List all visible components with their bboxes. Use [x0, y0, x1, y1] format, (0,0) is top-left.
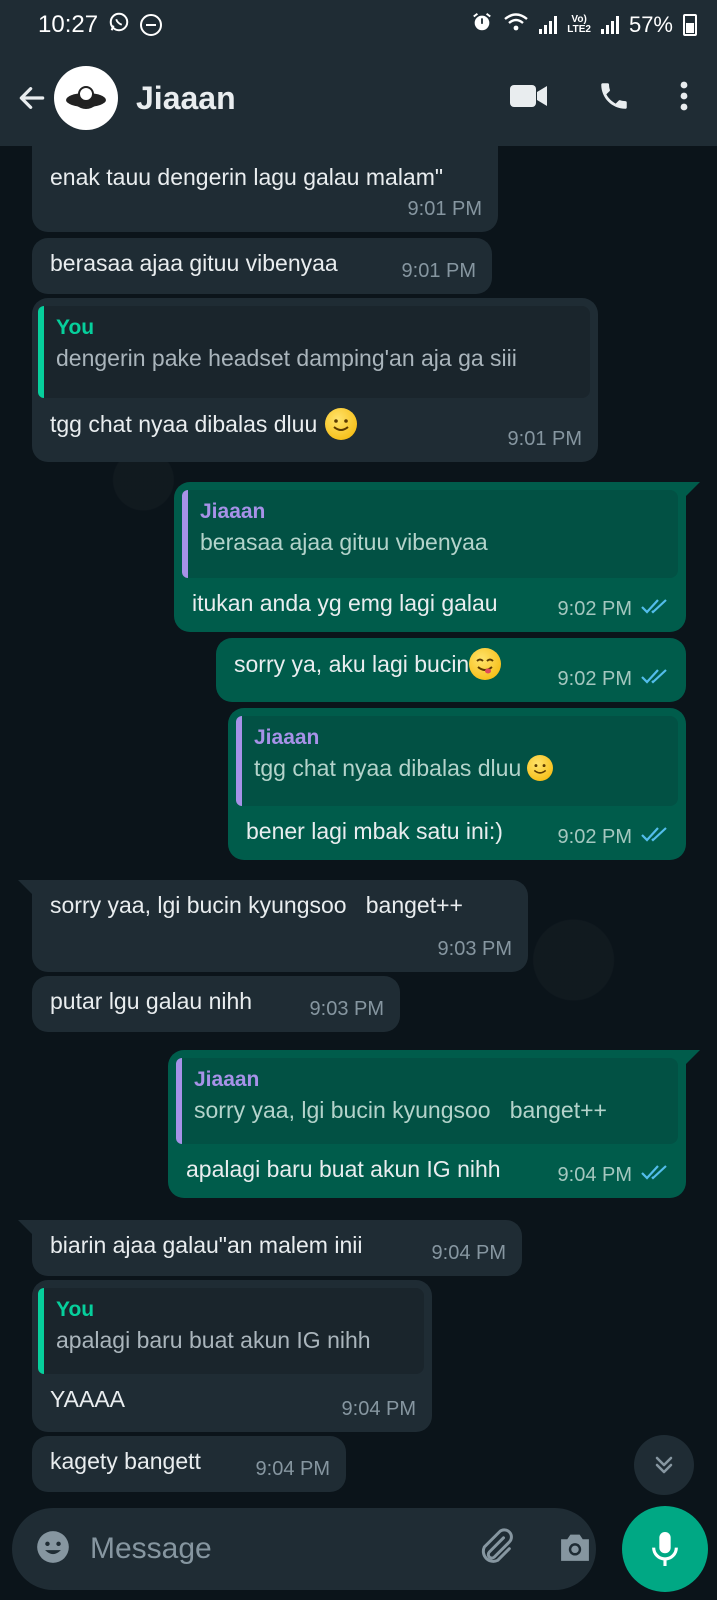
message-time: 9:01 PM	[507, 428, 582, 450]
message-time-status: 9:02 PM	[558, 594, 670, 624]
message-incoming[interactable]: berasaa ajaa gituu vibenyaa 9:01 PM	[32, 238, 492, 294]
message-text: sorry ya, aku lagi bucin	[234, 651, 470, 677]
wifi-icon	[503, 11, 529, 39]
battery-icon	[683, 14, 697, 36]
message-input[interactable]	[90, 1532, 476, 1566]
message-time: 9:02 PM	[557, 598, 632, 620]
message-text: sorry yaa, lgi bucin kyungsoo banget++	[50, 892, 463, 918]
battery-percent: 57%	[628, 12, 673, 37]
smiling-face-emoji	[325, 408, 358, 440]
message-time-status: 9:02 PM	[558, 822, 670, 852]
microphone-icon	[652, 1532, 678, 1566]
quote-author: You	[56, 1298, 95, 1321]
message-incoming[interactable]: sorry yaa, lgi bucin kyungsoo banget++ 9…	[18, 880, 528, 972]
message-time: 9:04 PM	[341, 1398, 416, 1420]
quote-text: berasaa ajaa gituu vibenyaa	[200, 529, 488, 555]
message-time: 9:02 PM	[557, 826, 632, 848]
message-outgoing[interactable]: sorry ya, aku lagi bucin 9:02 PM	[216, 638, 686, 702]
avatar[interactable]	[54, 66, 118, 130]
yum-face-emoji	[469, 648, 502, 680]
alarm-icon	[471, 11, 493, 39]
video-call-icon[interactable]	[509, 82, 549, 115]
message-outgoing-reply[interactable]: Jiaaan sorry yaa, lgi bucin kyungsoo ban…	[168, 1050, 700, 1198]
scroll-to-bottom-button[interactable]	[634, 1435, 694, 1495]
attach-icon[interactable]	[476, 1527, 516, 1572]
quote-author: Jiaaan	[254, 726, 320, 749]
quoted-message[interactable]: Jiaaan berasaa ajaa gituu vibenyaa	[182, 490, 678, 578]
message-time-status: 9:02 PM	[558, 664, 670, 694]
quoted-message[interactable]: Jiaaan tgg chat nyaa dibalas dluu	[236, 716, 678, 806]
message-incoming[interactable]: biarin ajaa galau"an malem inii 9:04 PM	[18, 1220, 522, 1276]
message-time: 9:01 PM	[407, 198, 482, 220]
status-bar: 10:27 Vo) LTE2 57%	[0, 0, 717, 50]
quoted-message[interactable]: You dengerin pake headset damping'an aja…	[38, 306, 590, 398]
contact-name[interactable]: Jiaaan	[136, 80, 236, 117]
message-outgoing-reply[interactable]: Jiaaan tgg chat nyaa dibalas dluu bener …	[228, 708, 686, 860]
message-text: tgg chat nyaa dibalas dluu	[50, 411, 318, 437]
message-outgoing-reply[interactable]: Jiaaan berasaa ajaa gituu vibenyaa ituka…	[174, 482, 700, 632]
message-time: 9:01 PM	[401, 260, 476, 282]
chat-header: Jiaaan	[0, 50, 717, 146]
emoji-icon[interactable]	[34, 1528, 72, 1571]
message-time: 9:04 PM	[557, 1164, 632, 1186]
quoted-message[interactable]: Jiaaan sorry yaa, lgi bucin kyungsoo ban…	[176, 1058, 678, 1144]
message-incoming-reply[interactable]: You dengerin pake headset damping'an aja…	[32, 298, 598, 462]
read-receipt-icon	[640, 1160, 670, 1190]
quote-text: sorry yaa, lgi bucin kyungsoo banget++	[194, 1097, 607, 1123]
quote-author: Jiaaan	[194, 1068, 260, 1091]
camera-icon[interactable]	[556, 1530, 594, 1569]
message-time: 9:04 PM	[255, 1458, 330, 1480]
read-receipt-icon	[640, 822, 670, 852]
quote-text: tgg chat nyaa dibalas dluu	[254, 755, 522, 781]
quote-author: Jiaaan	[200, 500, 266, 523]
read-receipt-icon	[640, 594, 670, 624]
phone-icon[interactable]	[597, 79, 631, 118]
quoted-message[interactable]: You apalagi baru buat akun IG nihh	[38, 1288, 424, 1374]
message-time: 9:03 PM	[309, 998, 384, 1020]
quote-author: You	[56, 316, 95, 339]
smiling-face-emoji	[527, 755, 554, 781]
message-incoming[interactable]: putar lgu galau nihh 9:03 PM	[32, 976, 400, 1032]
message-time-status: 9:04 PM	[558, 1160, 670, 1190]
quote-text: dengerin pake headset damping'an aja ga …	[56, 345, 517, 371]
double-chevron-down-icon	[655, 1456, 673, 1474]
message-incoming[interactable]: kagety bangett 9:04 PM	[32, 1436, 346, 1492]
voice-message-button[interactable]	[622, 1506, 708, 1592]
signal-icon-2	[600, 16, 619, 34]
volte-indicator: Vo) LTE2	[567, 15, 591, 35]
message-composer	[12, 1508, 596, 1590]
message-incoming-reply[interactable]: You apalagi baru buat akun IG nihh YAAAA…	[32, 1280, 432, 1432]
signal-icon	[539, 16, 558, 34]
read-receipt-icon	[640, 664, 670, 694]
message-time: 9:04 PM	[431, 1242, 506, 1264]
more-options-icon[interactable]	[679, 80, 689, 117]
back-arrow-icon[interactable]	[14, 80, 50, 116]
quote-text: apalagi baru buat akun IG nihh	[56, 1327, 371, 1353]
whatsapp-notification-icon	[108, 11, 130, 40]
message-incoming[interactable]: enak tauu dengerin lagu galau malam" 9:0…	[32, 142, 498, 232]
lte-label: LTE2	[567, 24, 591, 35]
status-time: 10:27	[38, 11, 99, 38]
message-text: enak tauu dengerin lagu galau malam"	[50, 164, 444, 190]
message-time: 9:03 PM	[437, 938, 512, 960]
message-time: 9:02 PM	[557, 668, 632, 690]
do-not-disturb-icon	[140, 14, 163, 36]
